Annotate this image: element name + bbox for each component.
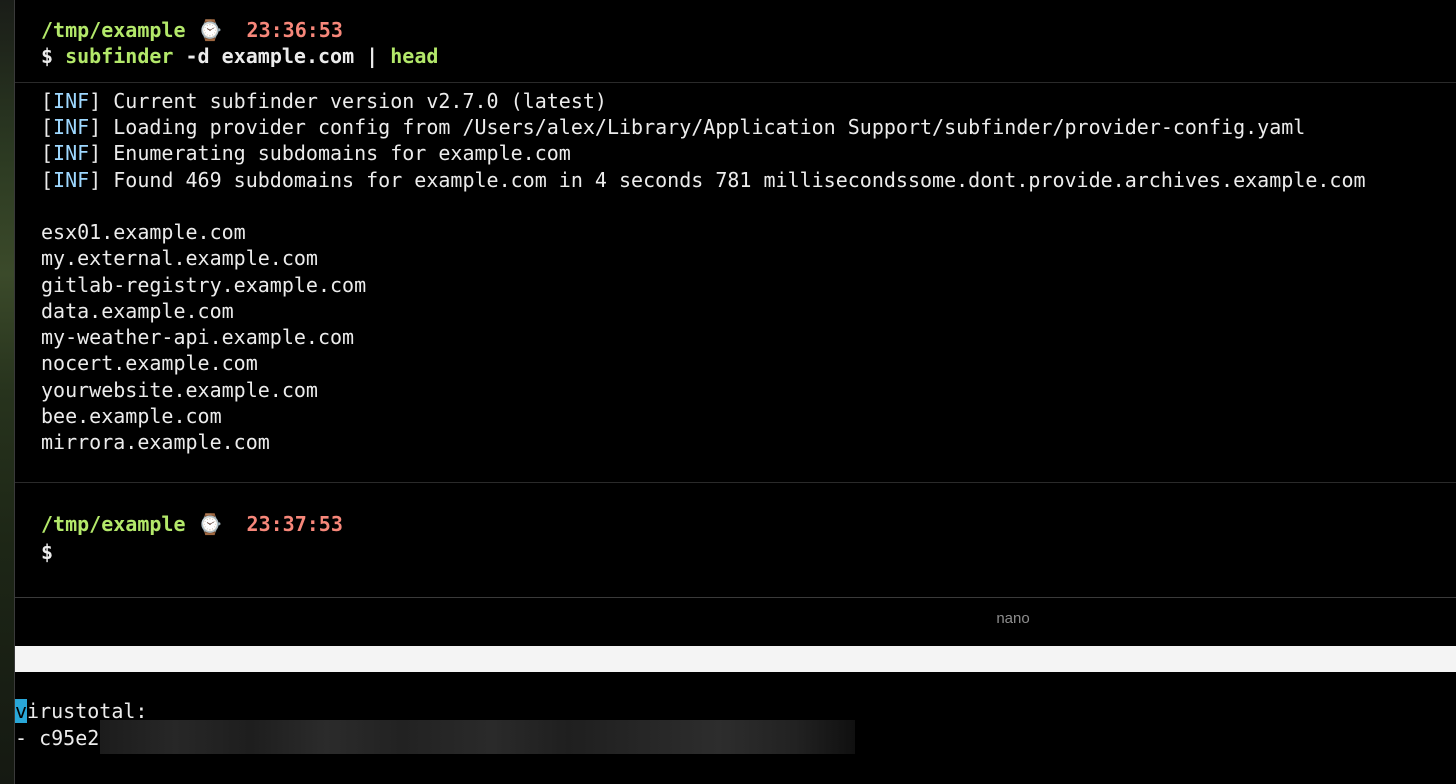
- prompt-header: /tmp/example ⌚ 23:37:53: [41, 511, 343, 537]
- command-arg: example.com: [221, 44, 355, 68]
- log-tag: INF: [53, 141, 90, 165]
- block-divider: [15, 82, 1456, 83]
- subdomain-item: nocert.example.com: [41, 351, 258, 375]
- pane-divider[interactable]: [15, 597, 1456, 598]
- log-line: [INF] Found 469 subdomains for example.c…: [41, 168, 1366, 192]
- text-cursor: v: [15, 699, 28, 723]
- log-tag: INF: [53, 115, 90, 139]
- prompt-path: /tmp/example: [41, 512, 186, 536]
- log-text: Loading provider config from /Users/alex…: [113, 115, 1306, 139]
- input-prompt[interactable]: $: [41, 539, 53, 565]
- command-pipe: |: [366, 44, 379, 68]
- prompt-dollar: $: [41, 540, 54, 564]
- subdomain-item: gitlab-registry.example.com: [41, 273, 367, 297]
- prompt-header: /tmp/example ⌚ 23:36:53: [41, 17, 343, 43]
- command-flag: -d: [185, 44, 210, 68]
- terminal-window[interactable]: /tmp/example ⌚ 23:36:53 $ subfinder -d e…: [15, 0, 1456, 784]
- prompt-dollar: $: [41, 44, 54, 68]
- log-line: [INF] Loading provider config from /User…: [41, 115, 1306, 139]
- subdomain-item: data.example.com: [41, 299, 234, 323]
- subdomain-item: bee.example.com: [41, 404, 222, 428]
- subdomain-item: esx01.example.com: [41, 220, 246, 244]
- log-line: [INF] Current subfinder version v2.7.0 (…: [41, 89, 607, 113]
- subdomain-item: yourwebsite.example.com: [41, 378, 318, 402]
- log-text: Found 469 subdomains for example.com in …: [113, 168, 1366, 192]
- subdomain-item: my-weather-api.example.com: [41, 325, 355, 349]
- nano-version: UW PICO 5.09: [41, 673, 186, 697]
- log-line: [INF] Enumerating subdomains for example…: [41, 141, 571, 165]
- log-text: Current subfinder version v2.7.0 (latest…: [113, 89, 607, 113]
- block-divider: [15, 482, 1456, 483]
- command-name: subfinder: [65, 44, 174, 68]
- prompt-time: 23:36:53: [246, 18, 343, 42]
- prompt-time: 23:37:53: [246, 512, 343, 536]
- redacted-api-key: [100, 720, 855, 754]
- log-tag: INF: [53, 168, 90, 192]
- command-name-2: head: [390, 44, 439, 68]
- prompt-path: /tmp/example: [41, 18, 186, 42]
- clock-icon: ⌚: [197, 512, 223, 536]
- pane-title: nano: [996, 610, 1030, 627]
- nano-header-bar: UW PICO 5.09 File: /Users/alex/.config/s…: [15, 646, 1456, 723]
- clock-icon: ⌚: [197, 18, 223, 42]
- desktop-background-strip: [0, 0, 15, 784]
- log-tag: INF: [53, 89, 90, 113]
- log-text: Enumerating subdomains for example.com: [113, 141, 571, 165]
- command-line[interactable]: $ subfinder -d example.com | head: [41, 43, 438, 69]
- editor-line[interactable]: - c95e2: [15, 725, 99, 751]
- subdomain-item: mirrora.example.com: [41, 430, 270, 454]
- editor-text: - c95e2: [15, 726, 100, 750]
- subdomain-item: my.external.example.com: [41, 246, 318, 270]
